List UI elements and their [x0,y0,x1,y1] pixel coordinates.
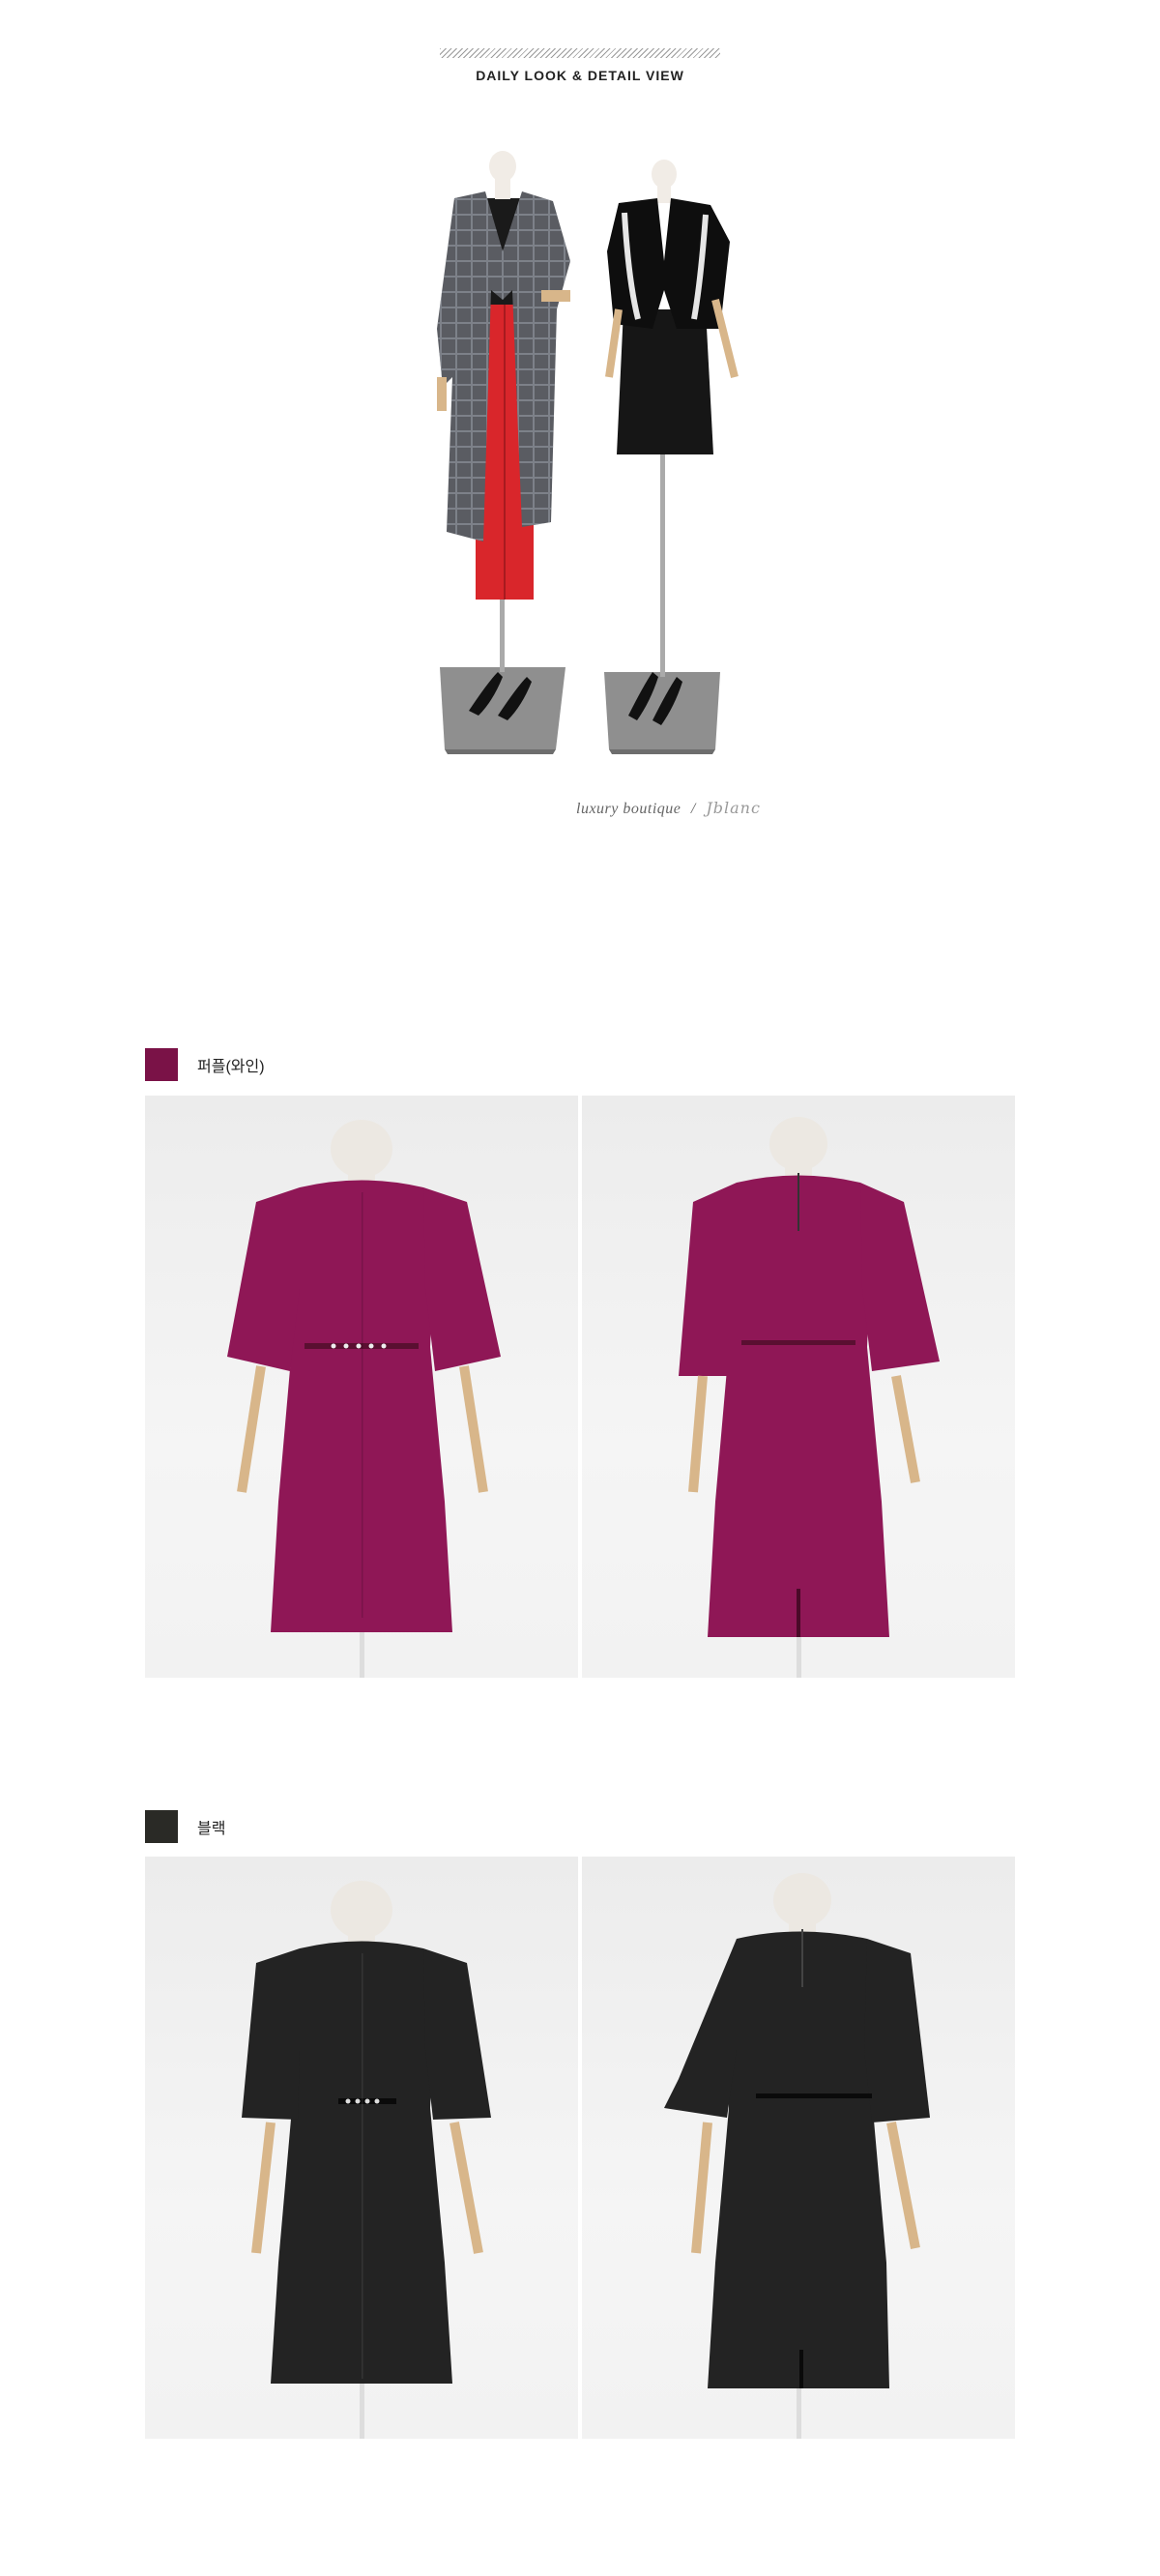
dress-back-photo [582,1096,1015,1678]
product-detail-page: DAILY LOOK & DETAIL VIEW luxury boutique… [0,0,1160,2576]
color-swatch [145,1810,178,1843]
purple-dress-photos [145,1096,1015,1678]
dress-front-photo [145,1096,578,1678]
dress-back-photo [582,1857,1015,2439]
dress-front-photo [145,1857,578,2439]
tagline-text: luxury boutique [576,801,682,817]
color-option-purple: 퍼플(와인) [145,1048,265,1081]
black-dress-photos [145,1857,1015,2439]
section-title: DAILY LOOK & DETAIL VIEW [476,68,684,83]
color-name: 블랙 [197,1821,226,1837]
brand-tagline: luxury boutique / Jblanc [576,799,761,818]
color-name: 퍼플(와인) [197,1059,265,1075]
color-swatch [145,1048,178,1081]
color-option-black: 블랙 [145,1810,225,1843]
brand-signature: Jblanc [706,799,761,817]
tagline-separator: / [690,801,696,817]
daily-look-photo [387,145,793,764]
header-decoration [440,48,720,58]
